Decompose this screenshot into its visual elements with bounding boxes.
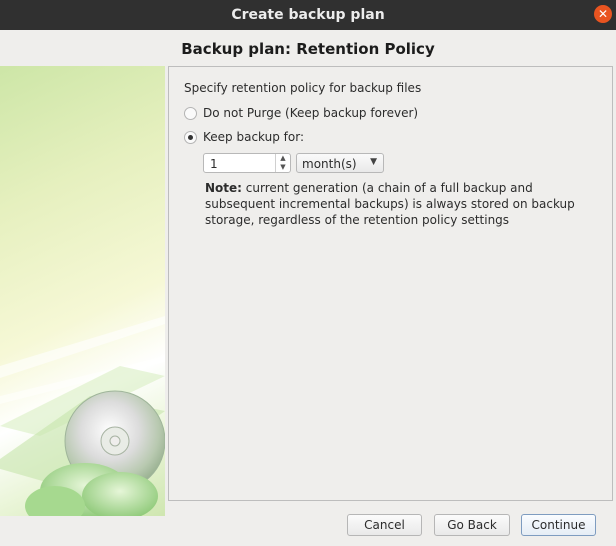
radio-keep-backup-label[interactable]: Keep backup for: [203, 130, 304, 144]
title-bar: Create backup plan ✕ [0, 0, 616, 30]
radio-keep-backup[interactable] [184, 131, 197, 144]
sidebar-artwork [0, 66, 165, 516]
stepper-arrows-icon[interactable]: ▲ ▼ [275, 154, 290, 172]
cancel-button[interactable]: Cancel [347, 514, 422, 536]
retention-note: Note: current generation (a chain of a f… [205, 180, 595, 228]
chevron-down-icon: ▼ [370, 157, 377, 167]
keep-value: 1 [210, 157, 218, 171]
close-icon[interactable]: ✕ [594, 5, 612, 23]
page-title: Backup plan: Retention Policy [181, 40, 435, 58]
retention-intro: Specify retention policy for backup file… [184, 81, 422, 95]
note-label: Note: [205, 181, 242, 195]
keep-unit-select[interactable]: month(s) ▼ [296, 153, 384, 173]
keep-value-stepper[interactable]: 1 ▲ ▼ [203, 153, 291, 173]
continue-button[interactable]: Continue [521, 514, 596, 536]
note-text: current generation (a chain of a full ba… [205, 181, 575, 227]
radio-no-purge[interactable] [184, 107, 197, 120]
keep-unit-value: month(s) [302, 157, 357, 171]
go-back-button[interactable]: Go Back [434, 514, 510, 536]
disc-illustration [0, 316, 165, 516]
radio-no-purge-label[interactable]: Do not Purge (Keep backup forever) [203, 106, 418, 120]
window-title: Create backup plan [231, 7, 385, 23]
